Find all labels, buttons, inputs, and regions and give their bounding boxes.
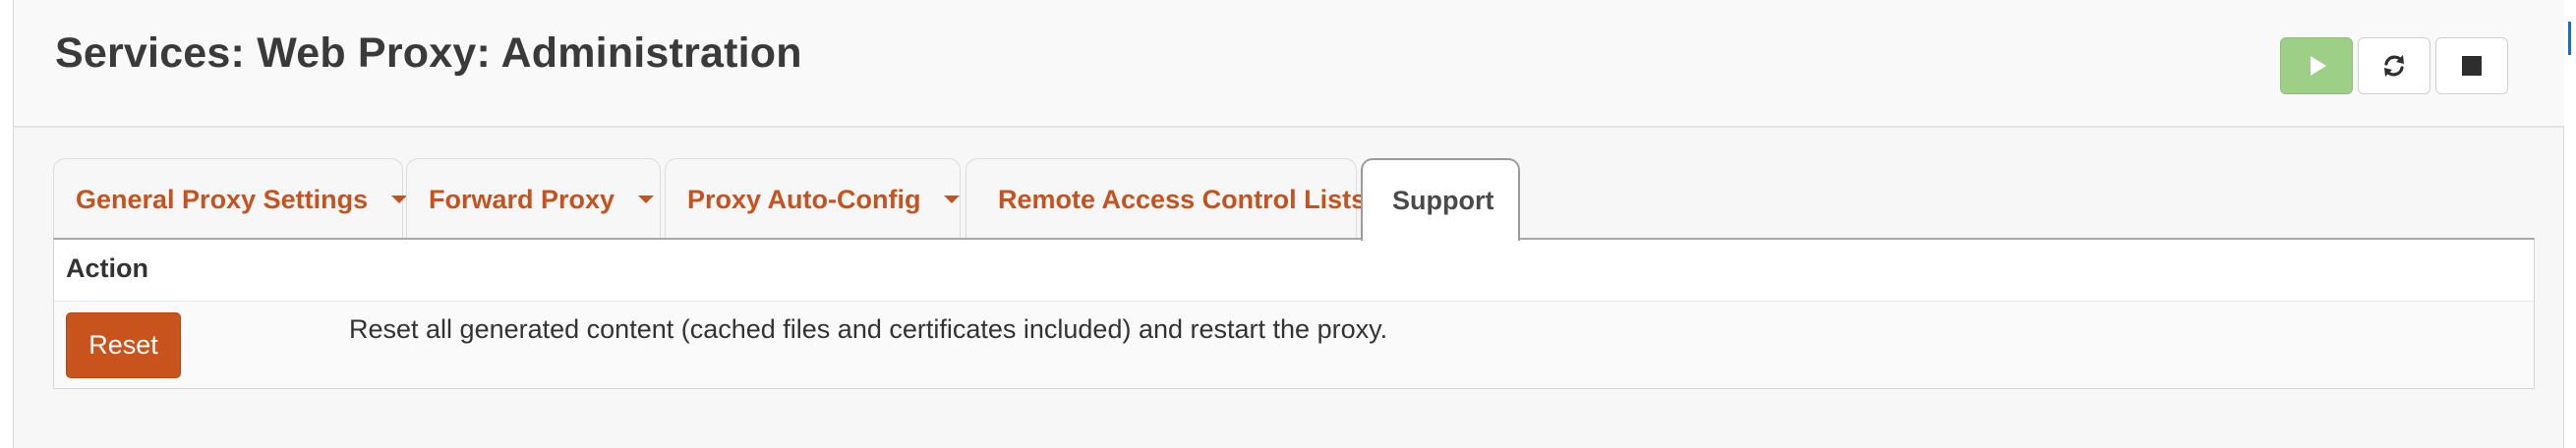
- page-header: Services: Web Proxy: Administration: [14, 0, 2564, 128]
- stop-service-button[interactable]: [2435, 37, 2508, 94]
- column-header-action: Action: [66, 253, 148, 283]
- scrollbar-thumb[interactable]: [2568, 22, 2571, 55]
- tab-support[interactable]: Support: [1361, 158, 1520, 241]
- caret-down-icon[interactable]: [638, 196, 655, 203]
- tab-general-proxy-settings[interactable]: General Proxy Settings: [53, 158, 408, 240]
- restart-service-button[interactable]: [2358, 37, 2430, 94]
- support-panel: Action Reset Reset all generated content…: [53, 238, 2535, 389]
- tab-proxy-auto-config[interactable]: Proxy Auto-Config: [665, 158, 961, 240]
- tab-label: Support: [1392, 185, 1494, 215]
- tab-remote-access-control-lists[interactable]: Remote Access Control Lists: [966, 158, 1366, 240]
- play-icon: [2311, 56, 2326, 76]
- caret-down-icon[interactable]: [944, 196, 961, 203]
- tab-label: Forward Proxy: [429, 184, 615, 214]
- window-edge-right: [2563, 0, 2576, 448]
- window-edge-left: [0, 0, 14, 448]
- refresh-icon: [2384, 55, 2404, 77]
- stop-icon: [2462, 56, 2482, 76]
- table-header: Action: [54, 240, 2534, 302]
- tab-forward-proxy[interactable]: Forward Proxy: [406, 158, 661, 240]
- start-service-button[interactable]: [2280, 37, 2353, 94]
- reset-button[interactable]: Reset: [66, 312, 181, 378]
- tab-label: General Proxy Settings: [76, 184, 369, 214]
- page-title: Services: Web Proxy: Administration: [55, 29, 802, 77]
- reset-description: Reset all generated content (cached file…: [349, 314, 1388, 344]
- caret-down-icon[interactable]: [391, 196, 408, 203]
- tab-label: Proxy Auto-Config: [687, 184, 921, 214]
- tab-label: Remote Access Control Lists: [998, 184, 1367, 214]
